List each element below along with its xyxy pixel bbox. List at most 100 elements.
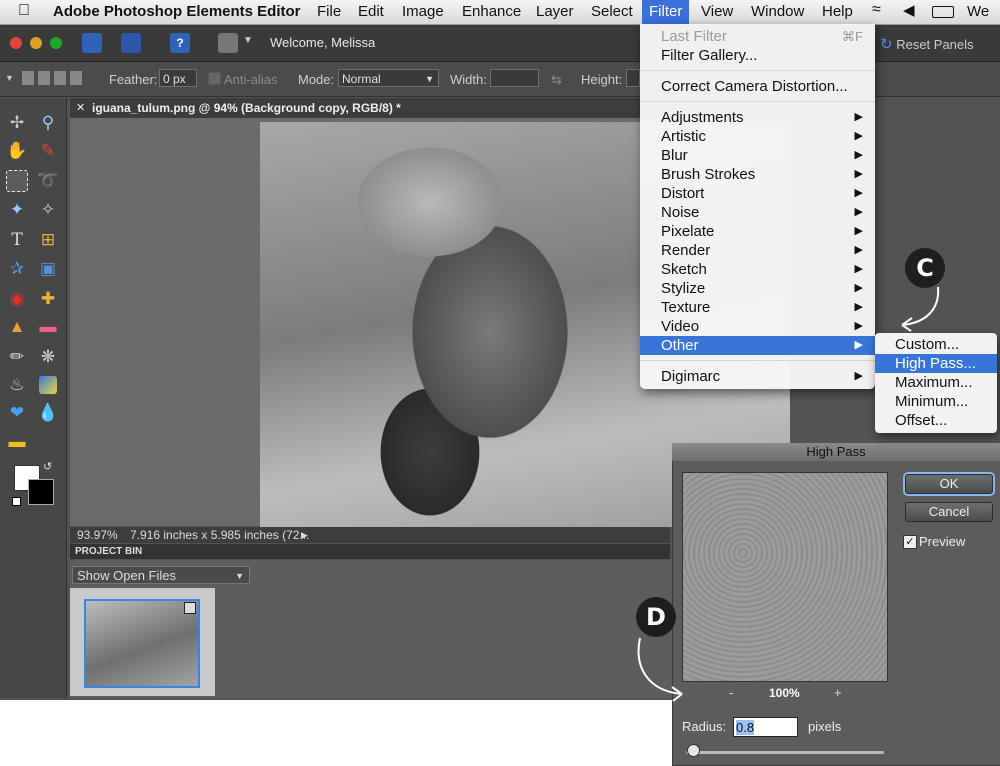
menu-item-video[interactable]: Video ▶ bbox=[640, 317, 875, 336]
reset-panels-button[interactable]: ↻ Reset Panels bbox=[880, 35, 974, 53]
radius-slider-thumb[interactable] bbox=[687, 744, 700, 757]
cookie-cutter-tool-icon[interactable]: ✰ bbox=[6, 258, 28, 280]
menu-filter[interactable]: Filter bbox=[642, 0, 690, 24]
menubar-user[interactable]: We bbox=[967, 3, 989, 20]
save-icon[interactable] bbox=[121, 33, 141, 53]
document-tab[interactable]: ✕ iguana_tulum.png @ 94% (Background cop… bbox=[70, 98, 670, 118]
mode-select[interactable]: Normal ▼ bbox=[338, 69, 439, 87]
menu-item-render[interactable]: Render ▶ bbox=[640, 241, 875, 260]
swap-dimensions-icon[interactable]: ⇆ bbox=[551, 72, 562, 88]
move-tool-icon[interactable]: ✢ bbox=[6, 112, 28, 134]
straighten-tool-icon[interactable]: ▣ bbox=[37, 258, 59, 280]
menu-item-blur[interactable]: Blur ▶ bbox=[640, 146, 875, 165]
marquee-tool-icon[interactable] bbox=[6, 170, 28, 192]
close-document-icon[interactable]: ✕ bbox=[76, 98, 85, 118]
hand-tool-icon[interactable]: ✋ bbox=[6, 140, 28, 162]
menu-window[interactable]: Window bbox=[751, 3, 804, 20]
wifi-icon[interactable]: ≈ bbox=[872, 1, 881, 19]
submenu-item-maximum[interactable]: Maximum... bbox=[875, 373, 997, 392]
paint-bucket-tool-icon[interactable]: ♨ bbox=[6, 374, 28, 396]
menu-item-artistic[interactable]: Artistic ▶ bbox=[640, 127, 875, 146]
width-label: Width: bbox=[450, 72, 487, 87]
ok-button[interactable]: OK bbox=[905, 474, 993, 494]
radius-input[interactable]: 0.8 bbox=[733, 717, 798, 737]
feather-input[interactable]: 0 px bbox=[159, 69, 197, 87]
menu-item-other[interactable]: Other ▶ bbox=[640, 336, 875, 355]
selection-mode-icons[interactable] bbox=[22, 71, 82, 85]
filter-preview[interactable] bbox=[682, 472, 888, 682]
menu-edit[interactable]: Edit bbox=[358, 3, 384, 20]
magic-wand-tool-icon[interactable]: ✦ bbox=[6, 199, 28, 221]
brush-tool-icon[interactable]: ✏ bbox=[6, 346, 28, 368]
preview-checkbox[interactable]: ✓ bbox=[903, 535, 917, 549]
status-menu-arrow-icon[interactable]: ▶ bbox=[301, 527, 308, 543]
layout-dropdown-icon[interactable]: ▼ bbox=[243, 35, 253, 46]
quick-selection-tool-icon[interactable]: ✧ bbox=[37, 199, 59, 221]
menu-item-distort[interactable]: Distort ▶ bbox=[640, 184, 875, 203]
menu-item-correct-camera-distortion[interactable]: Correct Camera Distortion... bbox=[640, 77, 875, 96]
radius-slider-track[interactable] bbox=[686, 751, 884, 754]
menu-item-pixelate[interactable]: Pixelate ▶ bbox=[640, 222, 875, 241]
background-color-swatch[interactable] bbox=[28, 479, 54, 505]
menu-separator bbox=[640, 70, 875, 71]
default-colors-icon[interactable] bbox=[12, 497, 21, 506]
cancel-button[interactable]: Cancel bbox=[905, 502, 993, 522]
volume-icon[interactable]: ◀ bbox=[903, 1, 915, 19]
menu-file[interactable]: File bbox=[317, 3, 341, 20]
menu-item-last-filter[interactable]: Last Filter ⌘F bbox=[640, 27, 875, 46]
menu-item-texture[interactable]: Texture ▶ bbox=[640, 298, 875, 317]
height-input[interactable] bbox=[626, 69, 640, 87]
height-label: Height: bbox=[581, 72, 623, 87]
menu-item-adjustments[interactable]: Adjustments ▶ bbox=[640, 108, 875, 127]
app-name[interactable]: Adobe Photoshop Elements Editor bbox=[53, 3, 301, 20]
new-file-icon[interactable] bbox=[82, 33, 102, 53]
menu-item-brush-strokes[interactable]: Brush Strokes ▶ bbox=[640, 165, 875, 184]
zoom-tool-icon[interactable]: ⚲ bbox=[37, 112, 59, 134]
submenu-item-custom[interactable]: Custom... bbox=[875, 335, 997, 354]
menu-item-digimarc[interactable]: Digimarc ▶ bbox=[640, 367, 875, 386]
sponge-tool-icon[interactable]: ▬ bbox=[6, 431, 28, 453]
menu-view[interactable]: View bbox=[701, 3, 733, 20]
menu-image[interactable]: Image bbox=[402, 3, 444, 20]
project-bin-select[interactable]: Show Open Files ▼ bbox=[72, 566, 250, 584]
zoom-in-button[interactable]: + bbox=[834, 685, 842, 700]
zoom-readout[interactable]: 93.97% bbox=[77, 527, 118, 543]
blur-tool-icon[interactable]: 💧 bbox=[37, 402, 59, 424]
document-thumbnail[interactable] bbox=[84, 599, 200, 688]
swap-colors-icon[interactable]: ↺ bbox=[43, 460, 52, 473]
menu-enhance[interactable]: Enhance bbox=[462, 3, 521, 20]
menu-help[interactable]: Help bbox=[822, 3, 853, 20]
close-window-icon[interactable] bbox=[10, 37, 22, 49]
gradient-tool-icon[interactable] bbox=[39, 376, 57, 394]
menu-item-filter-gallery[interactable]: Filter Gallery... bbox=[640, 46, 875, 65]
layout-icon[interactable] bbox=[218, 33, 238, 53]
submenu-item-minimum[interactable]: Minimum... bbox=[875, 392, 997, 411]
width-input[interactable] bbox=[490, 69, 539, 87]
apple-icon[interactable]:  bbox=[18, 2, 30, 20]
healing-brush-tool-icon[interactable]: ✚ bbox=[37, 288, 59, 310]
tool-preset-dropdown-icon[interactable]: ▼ bbox=[5, 73, 14, 83]
shape-tool-icon[interactable]: ❤ bbox=[6, 402, 28, 424]
menu-item-stylize[interactable]: Stylize ▶ bbox=[640, 279, 875, 298]
red-eye-tool-icon[interactable]: ◉ bbox=[6, 288, 28, 310]
submenu-arrow-icon: ▶ bbox=[854, 263, 863, 275]
zoom-out-button[interactable]: - bbox=[729, 685, 733, 700]
menu-item-noise[interactable]: Noise ▶ bbox=[640, 203, 875, 222]
menu-select[interactable]: Select bbox=[591, 3, 633, 20]
crop-tool-icon[interactable]: ⊞ bbox=[37, 229, 59, 251]
battery-icon[interactable] bbox=[932, 6, 954, 18]
menu-item-sketch[interactable]: Sketch ▶ bbox=[640, 260, 875, 279]
zoom-window-icon[interactable] bbox=[50, 37, 62, 49]
antialias-checkbox[interactable] bbox=[208, 72, 221, 85]
eyedropper-tool-icon[interactable]: ✎ bbox=[37, 140, 59, 162]
smart-brush-tool-icon[interactable]: ❋ bbox=[37, 346, 59, 368]
type-tool-icon[interactable]: T bbox=[6, 229, 28, 251]
submenu-item-high-pass[interactable]: High Pass... bbox=[875, 354, 997, 373]
minimize-window-icon[interactable] bbox=[30, 37, 42, 49]
help-icon[interactable]: ? bbox=[170, 33, 190, 53]
submenu-item-offset[interactable]: Offset... bbox=[875, 411, 997, 430]
menu-layer[interactable]: Layer bbox=[536, 3, 574, 20]
clone-stamp-tool-icon[interactable]: ▲ bbox=[6, 316, 28, 338]
lasso-tool-icon[interactable]: ➰ bbox=[37, 170, 59, 192]
eraser-tool-icon[interactable]: ▬ bbox=[37, 316, 59, 338]
